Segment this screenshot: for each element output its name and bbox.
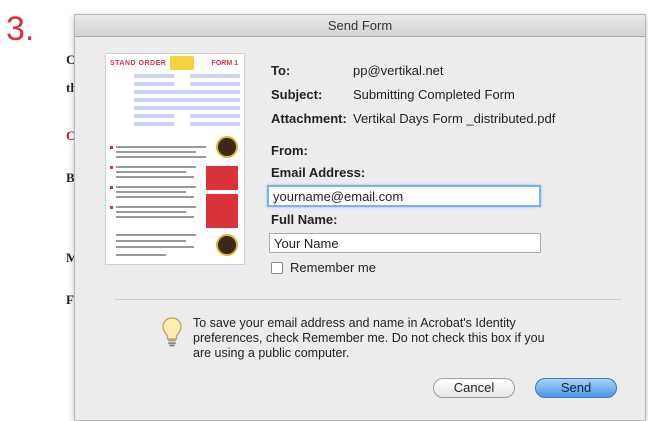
- from-label: From:: [271, 143, 308, 158]
- preview-field: [134, 106, 240, 110]
- attachment-value: Vertikal Days Form _distributed.pdf: [353, 111, 556, 126]
- background-fragment: F: [66, 292, 74, 307]
- preview-field: [134, 82, 174, 86]
- preview-row: [116, 191, 186, 193]
- preview-row: [116, 216, 194, 218]
- step-number: 3.: [6, 10, 35, 48]
- preview-field: [190, 114, 240, 118]
- preview-field: [134, 74, 174, 78]
- remember-me-label[interactable]: Remember me: [290, 260, 376, 275]
- preview-red-panel: [206, 166, 238, 190]
- attachment-label: Attachment:: [271, 111, 347, 126]
- send-button[interactable]: Send: [535, 378, 617, 398]
- send-form-dialog: Send Form STAND ORDER FORM 1 To: pp@vert…: [74, 14, 646, 421]
- to-label: To:: [271, 63, 291, 78]
- subject-value: Submitting Completed Form: [353, 87, 515, 102]
- preview-row: [116, 246, 194, 248]
- preview-row: [116, 254, 166, 256]
- full-name-label: Full Name:: [271, 212, 338, 227]
- full-name-input[interactable]: [269, 233, 541, 253]
- preview-field: [190, 122, 240, 126]
- preview-photo: [216, 234, 238, 256]
- preview-row: [116, 146, 206, 148]
- preview-photo: [216, 136, 238, 158]
- preview-field: [134, 90, 240, 94]
- form-preview-title: STAND ORDER: [110, 60, 167, 67]
- preview-row: [116, 151, 196, 153]
- divider: [115, 299, 621, 300]
- preview-row: [116, 156, 206, 158]
- preview-row: [116, 176, 194, 178]
- preview-field: [190, 74, 240, 78]
- preview-row: [116, 206, 196, 208]
- cancel-button[interactable]: Cancel: [433, 378, 515, 398]
- preview-checkbox: [110, 206, 113, 209]
- email-address-input[interactable]: [267, 185, 541, 207]
- form-preview-form-number: FORM 1: [211, 60, 238, 67]
- remember-me-row[interactable]: Remember me: [271, 260, 376, 275]
- preview-row: [116, 211, 186, 213]
- preview-row: [116, 240, 186, 242]
- form-preview-thumbnail: STAND ORDER FORM 1: [105, 53, 245, 265]
- preview-row: [116, 171, 186, 173]
- remember-me-checkbox[interactable]: [271, 261, 283, 274]
- preview-checkbox: [110, 186, 113, 189]
- to-value: pp@vertikal.net: [353, 63, 444, 78]
- subject-label: Subject:: [271, 87, 323, 102]
- preview-red-panel: [206, 194, 238, 228]
- preview-field: [134, 98, 240, 102]
- preview-field: [134, 114, 174, 118]
- form-preview-badge: [170, 56, 194, 70]
- page: 3. C th C B M F Send Form STAND ORDER FO…: [0, 0, 648, 421]
- preview-row: [116, 234, 196, 236]
- dialog-title[interactable]: Send Form: [75, 15, 645, 37]
- preview-row: [116, 196, 194, 198]
- preview-field: [190, 82, 240, 86]
- preview-checkbox: [110, 166, 113, 169]
- preview-row: [116, 166, 196, 168]
- email-address-label: Email Address:: [271, 165, 366, 180]
- identity-info-text: To save your email address and name in A…: [193, 316, 545, 360]
- preview-checkbox: [110, 146, 113, 149]
- preview-row: [116, 186, 196, 188]
- preview-field: [134, 122, 174, 126]
- lightbulb-icon: [162, 317, 182, 347]
